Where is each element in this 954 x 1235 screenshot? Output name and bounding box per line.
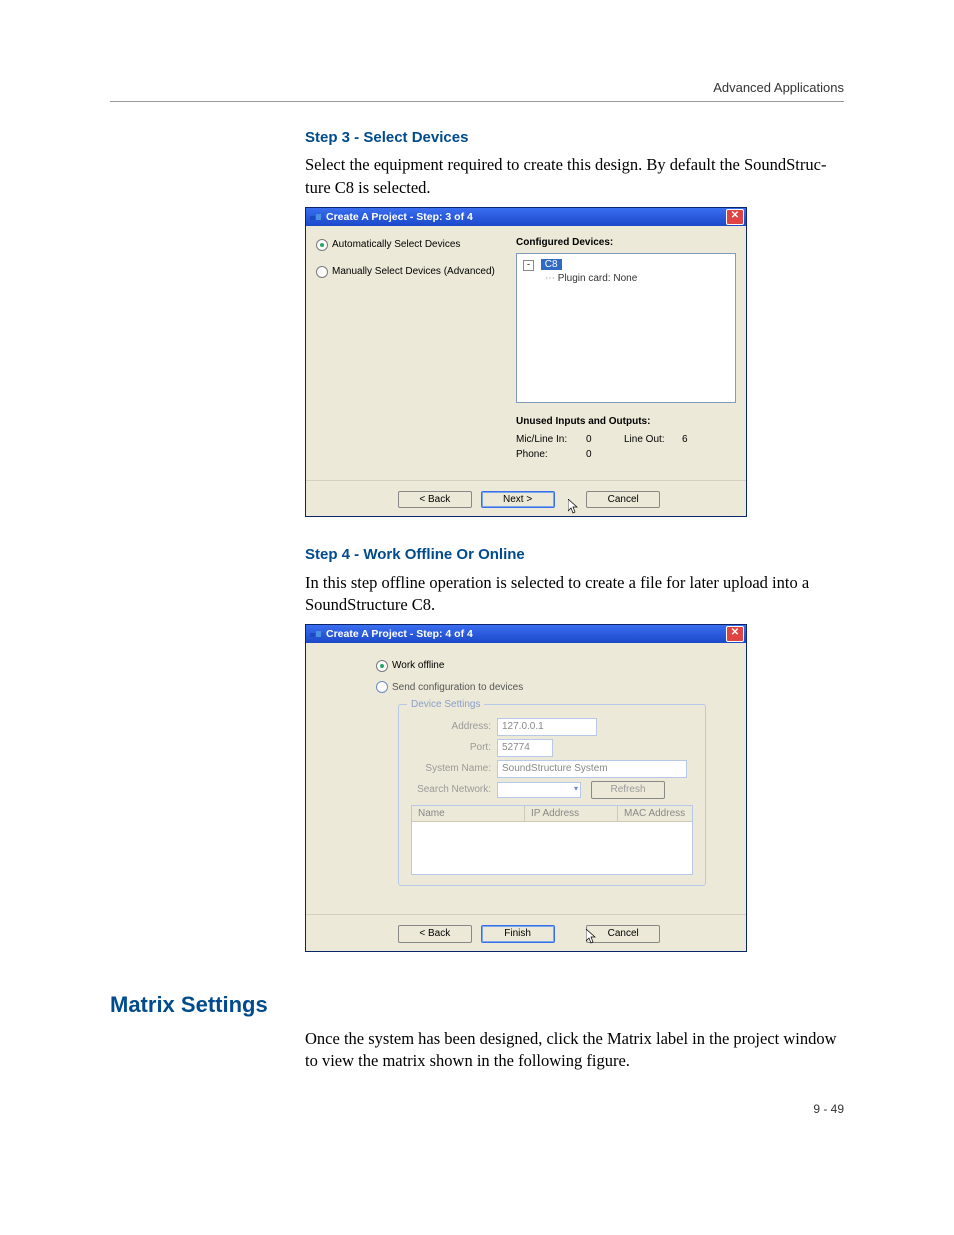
system-name-field[interactable]: SoundStructure System	[497, 760, 687, 778]
address-field[interactable]: 127.0.0.1	[497, 718, 597, 736]
chevron-down-icon: ▾	[574, 784, 578, 795]
configured-devices-tree[interactable]: - C8 ⋯ Plugin card: None	[516, 253, 736, 403]
radio-send-config-label: Send configuration to devices	[392, 681, 523, 695]
step4-titlebar: Create A Project - Step: 4 of 4 ✕	[306, 625, 746, 643]
radio-auto-select[interactable]	[316, 239, 328, 251]
step3-paragraph: Select the equipment required to create …	[305, 154, 844, 199]
app-icon	[310, 629, 322, 639]
step3-heading: Step 3 - Select Devices	[305, 128, 844, 148]
radio-manual-label: Manually Select Devices (Advanced)	[332, 265, 495, 279]
unused-io-label: Unused Inputs and Outputs:	[516, 415, 736, 429]
step4-title-text: Create A Project - Step: 4 of 4	[326, 627, 473, 641]
tree-collapse-icon[interactable]: -	[523, 260, 534, 271]
lineout-label: Line Out:	[624, 433, 674, 447]
radio-send-config[interactable]	[376, 681, 388, 693]
col-name[interactable]: Name	[412, 806, 525, 822]
cancel-button[interactable]: Cancel	[586, 491, 660, 509]
col-ip[interactable]: IP Address	[525, 806, 618, 822]
address-label: Address:	[411, 720, 491, 734]
finish-button[interactable]: Finish	[481, 925, 555, 943]
step4-heading: Step 4 - Work Offline Or Online	[305, 545, 844, 565]
device-settings-group: Device Settings Address: 127.0.0.1 Port:…	[398, 704, 706, 886]
port-field[interactable]: 52774	[497, 739, 553, 757]
step4-dialog: Create A Project - Step: 4 of 4 ✕ Work o…	[305, 624, 747, 952]
app-icon	[310, 212, 322, 222]
configured-devices-label: Configured Devices:	[516, 236, 736, 250]
search-network-label: Search Network:	[411, 783, 491, 797]
step3-dialog: Create A Project - Step: 3 of 4 ✕ Automa…	[305, 207, 747, 518]
lineout-value: 6	[682, 433, 688, 447]
tree-plugin-card[interactable]: Plugin card: None	[558, 273, 638, 284]
radio-manual-select[interactable]	[316, 266, 328, 278]
back-button[interactable]: < Back	[398, 491, 472, 509]
step3-title-text: Create A Project - Step: 3 of 4	[326, 210, 473, 224]
cursor-icon	[586, 929, 598, 945]
step3-titlebar: Create A Project - Step: 3 of 4 ✕	[306, 208, 746, 226]
col-mac[interactable]: MAC Address	[618, 806, 692, 822]
close-icon[interactable]: ✕	[726, 209, 744, 225]
tree-root-c8[interactable]: C8	[541, 259, 562, 270]
page-number: 9 - 49	[110, 1102, 844, 1116]
phone-value: 0	[586, 448, 592, 462]
device-list[interactable]: Name IP Address MAC Address	[411, 805, 693, 876]
matrix-heading: Matrix Settings	[110, 992, 844, 1018]
search-network-combo[interactable]: ▾	[497, 782, 581, 798]
running-header: Advanced Applications	[110, 80, 844, 102]
close-icon[interactable]: ✕	[726, 626, 744, 642]
device-settings-legend: Device Settings	[407, 698, 484, 712]
radio-work-offline[interactable]	[376, 660, 388, 672]
system-name-label: System Name:	[411, 762, 491, 776]
step4-paragraph: In this step offline operation is select…	[305, 572, 844, 617]
miclinein-value: 0	[586, 433, 616, 447]
back-button[interactable]: < Back	[398, 925, 472, 943]
refresh-button[interactable]: Refresh	[591, 781, 665, 799]
radio-work-offline-label: Work offline	[392, 659, 444, 673]
miclinein-label: Mic/Line In:	[516, 433, 578, 447]
phone-label: Phone:	[516, 448, 578, 462]
cursor-icon	[568, 499, 580, 515]
radio-auto-label: Automatically Select Devices	[332, 238, 460, 252]
matrix-paragraph: Once the system has been designed, click…	[305, 1028, 844, 1073]
next-button[interactable]: Next >	[481, 491, 555, 509]
port-label: Port:	[411, 741, 491, 755]
